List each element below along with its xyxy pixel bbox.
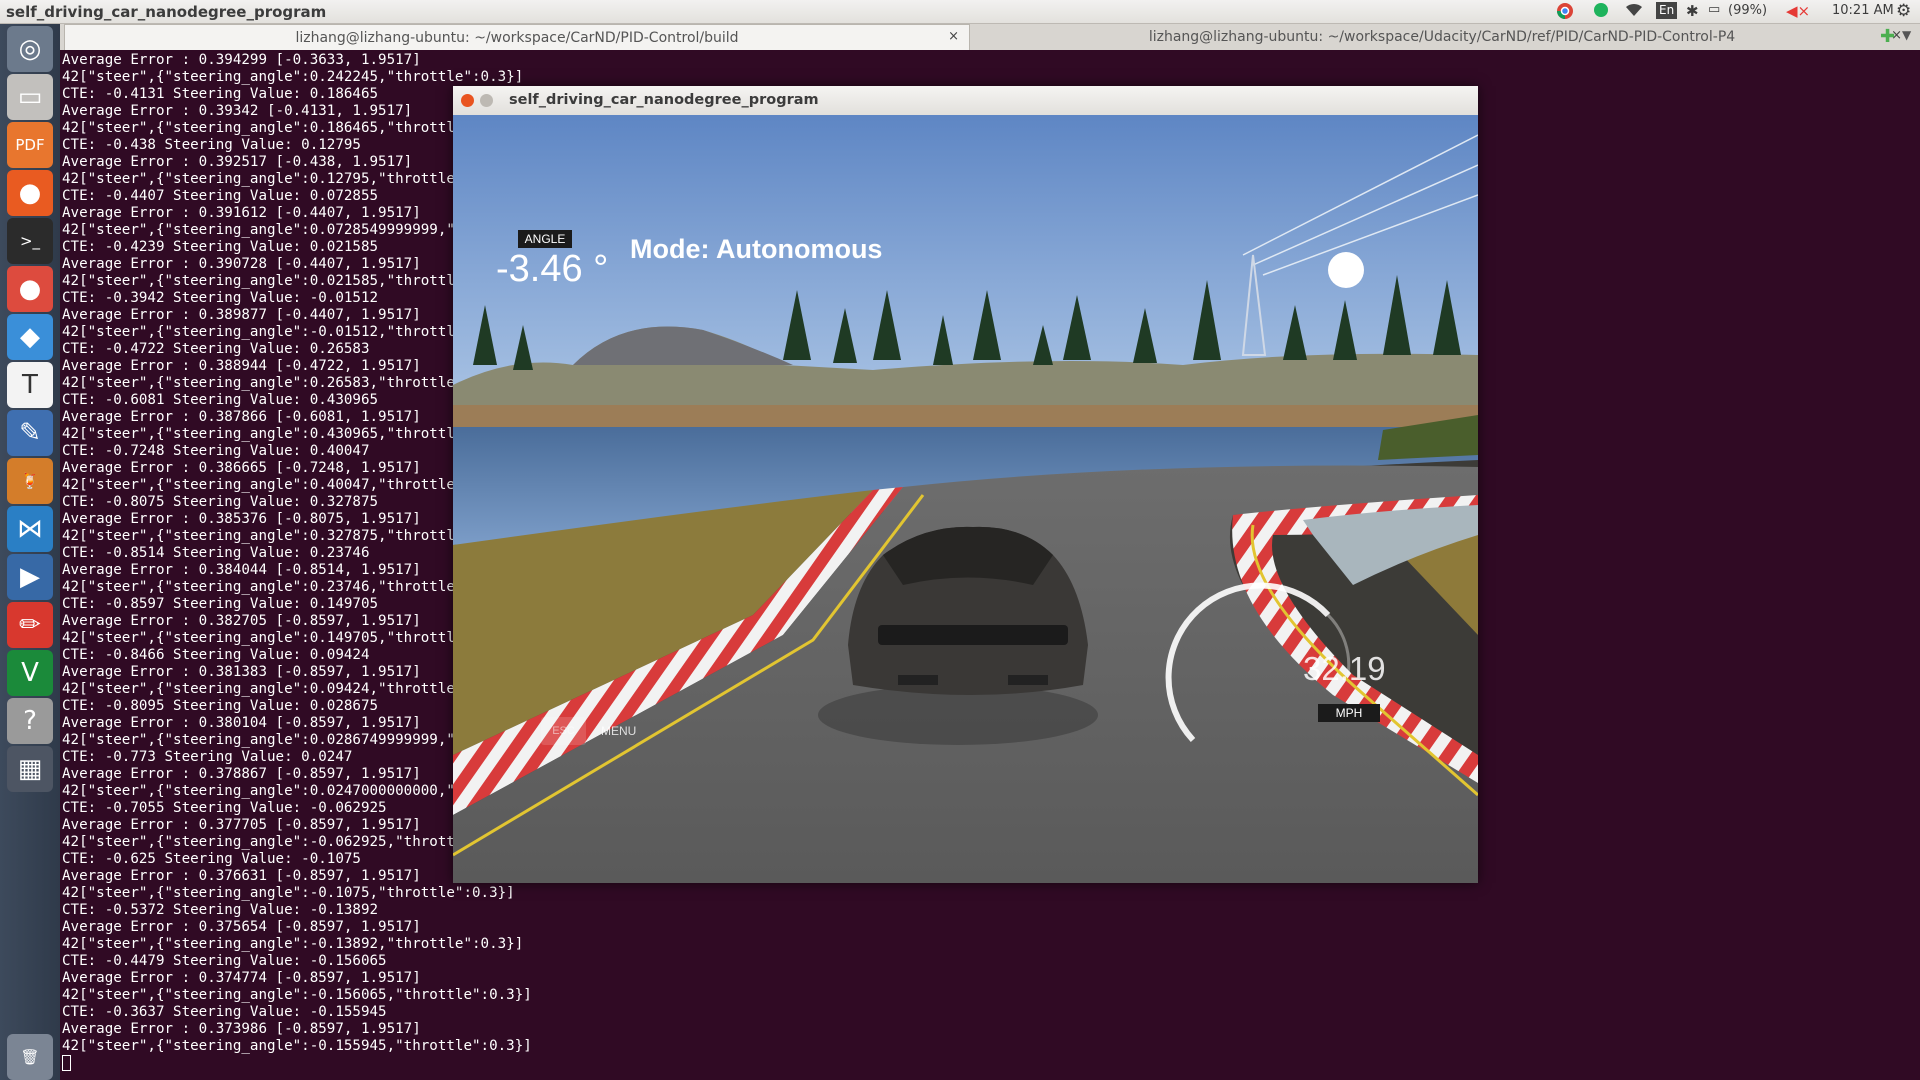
wifi-icon[interactable] (1624, 2, 1644, 22)
angle-value: -3.46 ° (496, 248, 609, 290)
chrome-tray-icon[interactable] (1556, 2, 1574, 24)
chrome-icon[interactable]: ● (7, 266, 53, 312)
terminal-line: Average Error : 0.373986 [-0.8597, 1.951… (62, 1021, 421, 1037)
simulator-titlebar[interactable]: self_driving_car_nanodegree_program (453, 86, 1478, 115)
workspace-switcher-icon[interactable]: ▦ (7, 746, 53, 792)
text-editor-icon[interactable]: T (7, 362, 53, 408)
active-window-title: self_driving_car_nanodegree_program (6, 3, 327, 21)
sound-muted-icon[interactable]: ◀× (1786, 2, 1810, 20)
esc-key-button[interactable]: ESC (541, 717, 586, 745)
simulator-window-title: self_driving_car_nanodegree_program (509, 92, 819, 108)
launcher: ◎ ▭ PDF ● >_ ● ◆ T ✎ 🍹 ⋈ ▶ ✏ V? ▦ 🗑 (0, 24, 60, 1080)
bluetooth-icon[interactable]: ✱ (1686, 2, 1699, 20)
file-manager-icon[interactable]: ▭ (7, 74, 53, 120)
speed-value: 32.19 (1303, 650, 1386, 687)
terminal-line: Average Error : 0.375654 [-0.8597, 1.951… (62, 919, 421, 935)
angle-label: ANGLE (518, 230, 572, 248)
settings-gear-icon[interactable]: ⚙ (1896, 1, 1911, 21)
terminal-line: 42["steer",{"steering_angle":0.242245,"t… (62, 69, 524, 85)
tab-menu-chevron-down-icon[interactable]: ▼ (1902, 28, 1911, 42)
trash-icon[interactable]: 🗑 (7, 1034, 53, 1080)
terminal-line: 42["steer",{"steering_angle":-0.156065,"… (62, 987, 532, 1003)
tab-label: lizhang@lizhang-ubuntu: ~/workspace/Udac… (1148, 29, 1736, 45)
pdf-editor-icon[interactable]: PDF (7, 122, 53, 168)
vscode-icon[interactable]: ⋈ (7, 506, 53, 552)
remote-desktop-icon[interactable]: ▶ (7, 554, 53, 600)
battery-percentage[interactable]: (99%) (1728, 3, 1767, 18)
terminal-line: 42["steer",{"steering_angle":-0.13892,"t… (62, 936, 524, 952)
help-icon[interactable]: ? (7, 698, 53, 744)
firefox-icon[interactable]: ● (7, 170, 53, 216)
terminal-line: CTE: -0.4479 Steering Value: -0.156065 (62, 953, 387, 969)
terminal-line: CTE: -0.3637 Steering Value: -0.155945 (62, 1004, 387, 1020)
driving-mode-label: Mode: Autonomous (630, 234, 883, 264)
track-scene (453, 115, 1478, 883)
top-panel: self_driving_car_nanodegree_program En ✱… (0, 0, 1920, 24)
terminal-line: CTE: -0.5372 Steering Value: -0.13892 (62, 902, 379, 918)
status-dot-icon[interactable] (1592, 2, 1610, 24)
clock[interactable]: 10:21 AM (1832, 3, 1894, 18)
tab-pid-control-build[interactable]: lizhang@lizhang-ubuntu: ~/workspace/CarN… (64, 24, 970, 50)
terminal-cursor (62, 1055, 71, 1071)
battery-icon[interactable]: ▭ (1708, 2, 1720, 17)
menu-label[interactable]: MENU (601, 724, 636, 738)
terminal-line: Average Error : 0.394299 [-0.3633, 1.951… (62, 52, 421, 68)
vim-icon[interactable]: V (7, 650, 53, 696)
terminal-line: Average Error : 0.374774 [-0.8597, 1.951… (62, 970, 421, 986)
tab-label: lizhang@lizhang-ubuntu: ~/workspace/CarN… (295, 29, 739, 46)
minimize-window-button[interactable] (480, 94, 493, 107)
tab-pid-control-p4[interactable]: lizhang@lizhang-ubuntu: ~/workspace/Udac… (972, 24, 1912, 50)
speed-unit-label: MPH (1318, 704, 1380, 722)
software-center-icon[interactable]: ◆ (7, 314, 53, 360)
dash-home-icon[interactable]: ◎ (7, 26, 53, 72)
simulator-window[interactable]: self_driving_car_nanodegree_program ANGL… (453, 86, 1478, 883)
close-tab-icon[interactable]: × (948, 29, 959, 44)
drinks-app-icon[interactable]: 🍹 (7, 458, 53, 504)
terminal-line: 42["steer",{"steering_angle":-0.1075,"th… (62, 885, 515, 901)
close-window-button[interactable] (461, 94, 474, 107)
keyboard-layout-indicator[interactable]: En (1656, 2, 1678, 19)
pen-tool-icon[interactable]: ✎ (7, 410, 53, 456)
terminal-line: 42["steer",{"steering_angle":-0.155945,"… (62, 1038, 532, 1054)
paint-icon[interactable]: ✏ (7, 602, 53, 648)
simulator-viewport[interactable]: ANGLE -3.46 ° Mode: Autonomous 32.19 MPH… (453, 115, 1478, 883)
new-tab-icon[interactable]: ✚ (1880, 26, 1895, 47)
terminal-tab-bar: lizhang@lizhang-ubuntu: ~/workspace/CarN… (60, 24, 1920, 50)
terminal-icon[interactable]: >_ (7, 218, 53, 264)
